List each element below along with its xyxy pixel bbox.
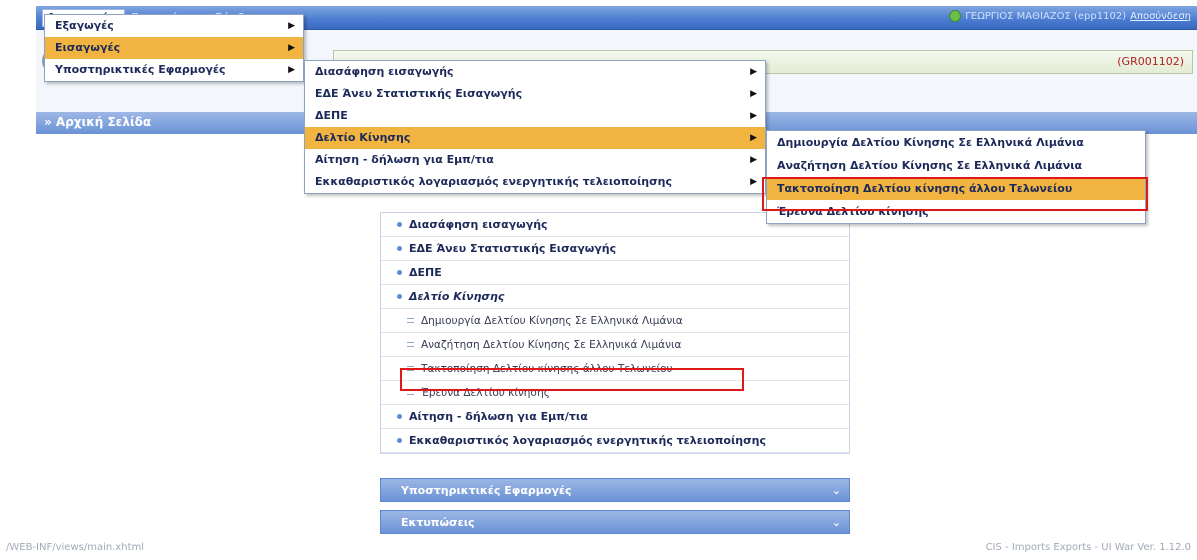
menu-item-ekkatharistikos[interactable]: Εκκαθαριστικός λογαριασμός ενεργητικής τ… xyxy=(305,171,765,193)
menu-item-label: Αναζήτηση Δελτίου Κίνησης Σε Ελληνικά Λι… xyxy=(777,159,1083,172)
chevron-down-icon: ⌄ xyxy=(831,484,841,497)
accordion-label: Εκτυπώσεις xyxy=(401,516,475,529)
bullet-icon xyxy=(397,294,402,299)
menu-item-exagoges[interactable]: Εξαγωγές ▶ xyxy=(45,15,303,37)
menu-item-deltio-kinisis[interactable]: Δελτίο Κίνησης ▶ xyxy=(305,127,765,149)
arrow-right-icon: ▶ xyxy=(750,89,757,99)
accordion-label: Υποστηρικτικές Εφαρμογές xyxy=(401,484,572,497)
arrow-right-icon: ▶ xyxy=(750,177,757,187)
accordion-support-apps[interactable]: Υποστηρικτικές Εφαρμογές ⌄ xyxy=(380,478,850,502)
chevron-down-icon: ⌄ xyxy=(831,516,841,529)
panel-subitem-label: Αναζήτηση Δελτίου Κίνησης Σε Ελληνικά Λι… xyxy=(421,339,682,351)
bullet-icon xyxy=(397,222,402,227)
panel-item-label: ΔΕΠΕ xyxy=(409,266,442,279)
arrow-right-icon: ▶ xyxy=(288,65,295,75)
app-window: Λειτουργίες Εκτυπώσεις Σύνδεσμοι ΓΕΩΡΓΙΟ… xyxy=(0,0,1197,560)
menu-item-label: Αίτηση - δήλωση για Εμπ/τια xyxy=(315,153,494,166)
menu-item-label: Υποστηρικτικές Εφαρμογές xyxy=(55,63,226,76)
menu-item-diasafisi[interactable]: Διασάφηση εισαγωγής ▶ xyxy=(305,61,765,83)
bullet-icon xyxy=(397,246,402,251)
menu-item-eisagoges[interactable]: Εισαγωγές ▶ xyxy=(45,37,303,59)
dropdown-menu-level1: Εξαγωγές ▶ Εισαγωγές ▶ Υποστηρικτικές Εφαρ… xyxy=(44,14,304,82)
panel-item-label: Εκκαθαριστικός λογαριασμός ενεργητικής τ… xyxy=(409,434,767,447)
user-box: ΓΕΩΡΓΙΟΣ ΜΑΘΙΑΖΟΣ (epp1102) Αποσύνδεση xyxy=(949,10,1191,22)
arrow-right-icon: ▶ xyxy=(750,133,757,143)
user-icon xyxy=(949,10,962,22)
menu-item-label: Εισαγωγές xyxy=(55,41,121,54)
menu-item-label: ΔΕΠΕ xyxy=(315,109,348,122)
user-name: ΓΕΩΡΓΙΟΣ ΜΑΘΙΑΖΟΣ (epp1102) xyxy=(965,10,1127,22)
dropdown-menu-level2: Διασάφηση εισαγωγής ▶ ΕΔΕ Άνευ Στατιστική… xyxy=(304,60,766,194)
menu-item-label: Εκκαθαριστικός λογαριασμός ενεργητικής τ… xyxy=(315,175,673,188)
arrow-right-icon: ▶ xyxy=(750,67,757,77)
panel-item-label: Διασάφηση εισαγωγής xyxy=(409,218,548,231)
arrow-right-icon: ▶ xyxy=(750,111,757,121)
footer-version: CIS - Imports Exports - UI War Ver. 1.12… xyxy=(985,542,1191,553)
imports-panel: Διασάφηση εισαγωγής ΕΔΕ Άνευ Στατιστικής… xyxy=(380,212,850,454)
arrow-right-icon: ▶ xyxy=(288,21,295,31)
panel-item[interactable]: Αίτηση - δήλωση για Εμπ/τια xyxy=(381,405,849,429)
bullet-icon xyxy=(397,414,402,419)
menu-item-anazitisi[interactable]: Αναζήτηση Δελτίου Κίνησης Σε Ελληνικά Λι… xyxy=(767,154,1145,177)
arrow-right-icon: ▶ xyxy=(750,155,757,165)
highlight-box-menu xyxy=(762,177,1148,211)
accordion-prints[interactable]: Εκτυπώσεις ⌄ xyxy=(380,510,850,534)
panel-subitem-label: Δημιουργία Δελτίου Κίνησης Σε Ελληνικά Λ… xyxy=(421,315,683,327)
panel-item[interactable]: ΔΕΠΕ xyxy=(381,261,849,285)
bullet-icon xyxy=(397,270,402,275)
menu-item-dimiourgia[interactable]: Δημιουργία Δελτίου Κίνησης Σε Ελληνικά Λ… xyxy=(767,131,1145,154)
list-icon xyxy=(407,342,414,347)
menu-item-label: Δελτίο Κίνησης xyxy=(315,131,411,144)
logout-link[interactable]: Αποσύνδεση xyxy=(1130,11,1191,22)
menu-item-label: ΕΔΕ Άνευ Στατιστικής Εισαγωγής xyxy=(315,87,523,100)
panel-subitem[interactable]: Αναζήτηση Δελτίου Κίνησης Σε Ελληνικά Λι… xyxy=(381,333,849,357)
menu-item-label: Δημιουργία Δελτίου Κίνησης Σε Ελληνικά Λ… xyxy=(777,136,1084,149)
panel-item-label: Αίτηση - δήλωση για Εμπ/τια xyxy=(409,410,588,423)
menu-item-ede[interactable]: ΕΔΕ Άνευ Στατιστικής Εισαγωγής ▶ xyxy=(305,83,765,105)
office-code: (GR001102) xyxy=(1117,55,1184,68)
footer-path: /WEB-INF/views/main.xhtml xyxy=(6,542,145,553)
highlight-box-panel xyxy=(400,368,744,391)
list-icon xyxy=(407,318,414,323)
panel-item-deltio[interactable]: Δελτίο Κίνησης xyxy=(381,285,849,309)
panel-item-label: ΕΔΕ Άνευ Στατιστικής Εισαγωγής xyxy=(409,242,617,255)
menu-item-label: Διασάφηση εισαγωγής xyxy=(315,65,454,78)
menu-item-depe[interactable]: ΔΕΠΕ ▶ xyxy=(305,105,765,127)
menu-item-aitisi[interactable]: Αίτηση - δήλωση για Εμπ/τια ▶ xyxy=(305,149,765,171)
panel-item-label: Δελτίο Κίνησης xyxy=(409,290,505,303)
panel-item[interactable]: Εκκαθαριστικός λογαριασμός ενεργητικής τ… xyxy=(381,429,849,453)
menu-item-support-apps[interactable]: Υποστηρικτικές Εφαρμογές ▶ xyxy=(45,59,303,81)
menu-item-label: Εξαγωγές xyxy=(55,19,114,32)
panel-item[interactable]: ΕΔΕ Άνευ Στατιστικής Εισαγωγής xyxy=(381,237,849,261)
bullet-icon xyxy=(397,438,402,443)
panel-subitem[interactable]: Δημιουργία Δελτίου Κίνησης Σε Ελληνικά Λ… xyxy=(381,309,849,333)
page-title[interactable]: » Αρχική Σελίδα xyxy=(44,115,151,129)
arrow-right-icon: ▶ xyxy=(288,43,295,53)
